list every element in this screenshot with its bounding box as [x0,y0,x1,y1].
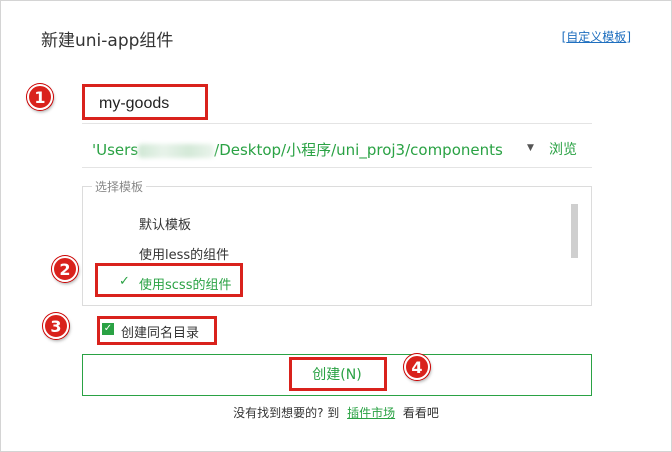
annotation-badge-3: 3 [43,313,69,339]
template-scrollbar[interactable] [571,204,578,258]
caret-down-icon[interactable]: ▼ [527,143,534,153]
annotation-box-create [289,357,387,391]
annotation-box-scss [95,263,243,297]
template-group-legend: 选择模板 [92,178,147,195]
annotation-box-samedir [97,316,217,345]
footer-prefix: 没有找到想要的? 到 [233,406,340,420]
annotation-badge-2: 2 [52,256,78,282]
dialog-title: 新建uni-app组件 [41,31,174,51]
browse-button[interactable]: 浏览 [549,139,577,159]
custom-template-link-label[interactable]: 自定义模板 [566,30,626,44]
footer-hint: 没有找到想要的? 到 插件市场 看看吧 [1,404,671,421]
location-row: 'Users/Desktop/小程序/uni_proj3/components … [82,127,592,168]
annotation-badge-4: 4 [404,354,430,380]
location-path[interactable]: 'Users/Desktop/小程序/uni_proj3/components [92,139,503,160]
template-item-label: 默认模板 [139,218,192,233]
plugin-market-link[interactable]: 插件市场 [347,406,395,420]
path-suffix: /Desktop/小程序/uni_proj3/components [214,141,503,159]
blurred-username [138,143,215,158]
template-item-label: 使用less的组件 [139,248,230,263]
footer-suffix: 看看吧 [402,406,439,420]
path-prefix: 'Users [92,141,139,159]
template-item-default[interactable]: 默认模板 [139,214,191,233]
annotation-badge-1: 1 [27,84,53,110]
custom-template-link[interactable]: [自定义模板] [562,28,631,45]
annotation-box-name [82,84,208,120]
template-item-less[interactable]: 使用less的组件 [139,244,229,263]
